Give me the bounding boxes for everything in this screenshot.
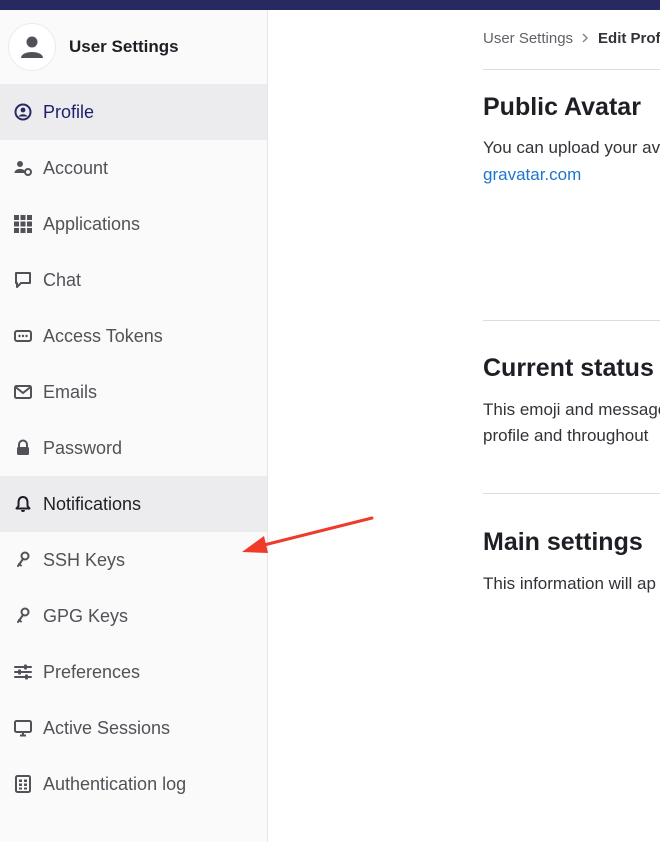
- sidebar-title: User Settings: [69, 37, 179, 56]
- gravatar-link[interactable]: gravatar.com: [483, 161, 581, 188]
- sidebar-item-label: Notifications: [43, 493, 142, 514]
- sidebar-header: User Settings: [0, 10, 267, 84]
- sidebar-item-label: Chat: [43, 269, 82, 290]
- sidebar-item-label: Applications: [43, 213, 141, 234]
- sidebar-item-label: Emails: [43, 381, 98, 402]
- sidebar-item-active-sessions[interactable]: Active Sessions: [0, 700, 267, 756]
- sidebar-item-emails[interactable]: Emails: [0, 364, 267, 420]
- log-icon: [14, 775, 32, 793]
- breadcrumb-current: Edit Profil: [598, 30, 660, 47]
- token-icon: [14, 327, 32, 345]
- current-status-description-line2: profile and throughout: [483, 426, 649, 445]
- annotation-arrow: [242, 516, 374, 553]
- account-icon: [14, 159, 32, 177]
- sidebar-item-label: Preferences: [43, 661, 141, 682]
- main-content: User Settings Edit Profil Public Avatar …: [483, 10, 660, 842]
- section-divider: [483, 69, 660, 70]
- chat-icon: [14, 271, 32, 289]
- sidebar-item-ssh-keys[interactable]: SSH Keys: [0, 532, 267, 588]
- sidebar-item-label: Password: [43, 437, 123, 458]
- sidebar-item-label: Account: [43, 157, 109, 178]
- settings-sidebar: User Settings Profile Account Applicatio…: [0, 10, 268, 842]
- sidebar-item-chat[interactable]: Chat: [0, 252, 267, 308]
- section-divider: [483, 320, 660, 321]
- current-status-title: Current status: [483, 354, 654, 382]
- public-avatar-description: You can upload your av: [483, 138, 660, 157]
- main-settings-description: This information will ap: [483, 574, 656, 593]
- sidebar-item-authentication-log[interactable]: Authentication log: [0, 756, 267, 812]
- public-avatar-title: Public Avatar: [483, 93, 641, 121]
- section-divider: [483, 493, 660, 494]
- breadcrumb-parent-link[interactable]: User Settings: [483, 30, 573, 47]
- sidebar-item-applications[interactable]: Applications: [0, 196, 267, 252]
- sidebar-item-label: GPG Keys: [43, 605, 129, 626]
- user-avatar-icon[interactable]: [8, 23, 56, 71]
- sidebar-item-notifications[interactable]: Notifications: [0, 476, 267, 532]
- sidebar-item-access-tokens[interactable]: Access Tokens: [0, 308, 267, 364]
- main-settings-title: Main settings: [483, 528, 643, 556]
- sidebar-item-label: Access Tokens: [43, 325, 163, 346]
- applications-icon: [14, 215, 32, 233]
- current-status-description-line1: This emoji and message: [483, 400, 660, 419]
- sidebar-item-label: Profile: [43, 101, 95, 122]
- sidebar-item-gpg-keys[interactable]: GPG Keys: [0, 588, 267, 644]
- top-navbar: [0, 0, 660, 10]
- sidebar-nav: Profile Account Applications Chat Access…: [0, 84, 267, 812]
- preferences-icon: [14, 663, 32, 681]
- sidebar-item-label: Active Sessions: [43, 717, 171, 738]
- monitor-icon: [14, 719, 32, 737]
- lock-icon: [14, 439, 32, 457]
- key-icon: [14, 607, 32, 625]
- sidebar-item-password[interactable]: Password: [0, 420, 267, 476]
- sidebar-item-label: SSH Keys: [43, 549, 126, 570]
- sidebar-item-preferences[interactable]: Preferences: [0, 644, 267, 700]
- breadcrumb: User Settings Edit Profil: [483, 30, 660, 47]
- mail-icon: [14, 383, 32, 401]
- bell-icon: [14, 495, 32, 513]
- sidebar-item-label: Authentication log: [43, 773, 187, 794]
- chevron-right-icon: [581, 32, 589, 46]
- key-icon: [14, 551, 32, 569]
- profile-icon: [14, 103, 32, 121]
- sidebar-item-profile[interactable]: Profile: [0, 84, 267, 140]
- sidebar-item-account[interactable]: Account: [0, 140, 267, 196]
